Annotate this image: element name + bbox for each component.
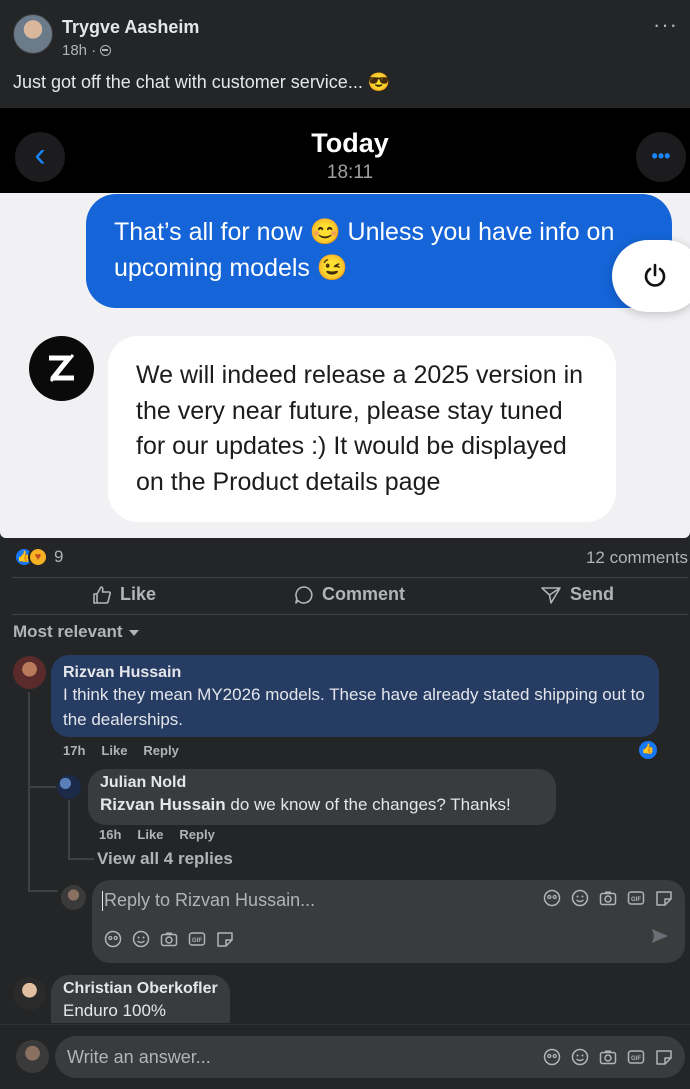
like-button[interactable]: Like — [92, 584, 156, 605]
comment-bubble: Rizvan Hussain I think they mean MY2026 … — [51, 655, 659, 737]
commenter-avatar[interactable] — [13, 656, 46, 689]
comment-bubble-icon — [295, 585, 313, 604]
answer-input[interactable]: Write an answer... — [67, 1047, 211, 1068]
incoming-message: We will indeed release a 2025 version in… — [108, 336, 616, 522]
comment-meta: 17h Like Reply — [63, 743, 179, 758]
divider — [12, 614, 688, 615]
comment-like-link[interactable]: Like — [137, 827, 163, 842]
my-avatar — [16, 1040, 49, 1073]
comment-text: I think they mean MY2026 models. These h… — [63, 685, 645, 729]
post-text: Just got off the chat with customer serv… — [13, 72, 391, 92]
like-label: Like — [120, 584, 157, 604]
divider — [0, 1024, 690, 1025]
post-author[interactable]: Trygve Aasheim — [62, 17, 199, 38]
care-reaction-icon: ♥ — [28, 547, 48, 567]
send-label: Send — [570, 584, 615, 604]
svg-text:GIF: GIF — [631, 897, 641, 903]
caret-down-icon — [128, 629, 139, 636]
gif-icon[interactable]: GIF — [627, 1048, 645, 1066]
divider — [12, 577, 688, 578]
comment-like-link[interactable]: Like — [101, 743, 127, 758]
comment-like-badge-icon: 👍 — [639, 741, 657, 759]
thread-line — [68, 800, 70, 860]
reply-tools-bottom: GIF — [104, 930, 234, 948]
svg-text:GIF: GIF — [192, 938, 202, 944]
reaction-count: 9 — [54, 547, 64, 566]
commenter-name[interactable]: Rizvan Hussain — [63, 664, 647, 682]
comment-reply-link[interactable]: Reply — [143, 743, 178, 758]
view-replies-link[interactable]: View all 4 replies — [97, 849, 233, 869]
post-image[interactable]: ‹ Today 18:11 ••• That’s all for now 😊 U… — [0, 108, 690, 538]
commenter-avatar[interactable] — [13, 977, 46, 1010]
comment-count[interactable]: 12 comments — [586, 548, 688, 568]
svg-text:GIF: GIF — [631, 1056, 641, 1062]
thread-line — [28, 890, 58, 892]
post-meta: 18h · — [62, 42, 112, 59]
camera-icon[interactable] — [160, 930, 178, 948]
comment-reply-link[interactable]: Reply — [179, 827, 214, 842]
comment-label: Comment — [322, 584, 406, 604]
commenter-avatar[interactable] — [57, 775, 81, 799]
reactions-summary[interactable]: 👍 ♥ 9 — [14, 547, 63, 567]
action-bar: Like Comment Send — [0, 584, 690, 614]
outgoing-message: That’s all for now 😊 Unless you have inf… — [86, 194, 672, 308]
reply-placeholder: Reply to Rizvan Hussain... — [104, 890, 316, 910]
author-avatar[interactable] — [13, 14, 53, 54]
sticker-icon[interactable] — [655, 1048, 673, 1066]
commenter-name[interactable]: Julian Nold — [100, 774, 544, 792]
send-arrow-icon[interactable] — [651, 928, 669, 949]
emoji-icon[interactable] — [571, 889, 589, 907]
avatar-sticker-icon[interactable] — [543, 1048, 561, 1066]
avatar-sticker-icon[interactable] — [543, 889, 561, 907]
chat-header: ‹ Today 18:11 ••• — [0, 108, 690, 193]
gif-icon[interactable]: GIF — [188, 930, 206, 948]
reply-box[interactable]: Reply to Rizvan Hussain... GIF GIF — [92, 880, 685, 963]
chat-time: 18:11 — [326, 162, 374, 183]
send-button[interactable]: Send — [540, 584, 614, 605]
filter-label: Most relevant — [13, 622, 123, 641]
comment-text: Enduro 100% — [63, 1001, 167, 1020]
comment-bubble: Christian Oberkofler Enduro 100% — [51, 975, 230, 1023]
post-time[interactable]: 18h · — [62, 42, 96, 59]
camera-icon[interactable] — [599, 889, 617, 907]
reply-input[interactable]: Reply to Rizvan Hussain... — [102, 890, 316, 912]
comment-time[interactable]: 16h — [99, 827, 121, 842]
camera-icon[interactable] — [599, 1048, 617, 1066]
comment-bubble: Julian Nold Rizvan Hussain do we know of… — [88, 769, 556, 825]
chat-more-icon: ••• — [636, 132, 686, 182]
thumbs-up-icon — [93, 585, 111, 604]
chat-day: Today — [311, 128, 389, 158]
brand-logo — [29, 336, 94, 401]
thread-line — [68, 858, 94, 860]
sticker-icon[interactable] — [216, 930, 234, 948]
emoji-icon[interactable] — [571, 1048, 589, 1066]
comment-time[interactable]: 17h — [63, 743, 85, 758]
more-dots-icon[interactable]: ··· — [653, 14, 678, 36]
comment-meta: 16h Like Reply — [99, 827, 215, 842]
comment-filter[interactable]: Most relevant — [13, 622, 139, 642]
emoji-icon[interactable] — [132, 930, 150, 948]
thread-line — [28, 786, 56, 788]
sticker-icon[interactable] — [655, 889, 673, 907]
answer-tools: GIF — [543, 1048, 673, 1066]
globe-icon — [100, 45, 112, 56]
reply-tools-top: GIF — [543, 889, 673, 907]
thread-line — [28, 692, 30, 892]
commenter-name[interactable]: Christian Oberkofler — [63, 980, 218, 998]
comment-mention[interactable]: Rizvan Hussain — [100, 795, 226, 814]
my-avatar — [61, 885, 86, 910]
avatar-sticker-icon[interactable] — [104, 930, 122, 948]
send-icon — [541, 586, 561, 604]
text-cursor — [102, 891, 103, 912]
answer-box[interactable]: Write an answer... GIF — [55, 1036, 685, 1078]
power-icon — [612, 240, 690, 312]
comment-button[interactable]: Comment — [294, 584, 405, 605]
comment-text: do we know of the changes? Thanks! — [225, 795, 511, 814]
gif-icon[interactable]: GIF — [627, 889, 645, 907]
post-header: Trygve Aasheim 18h · ··· Just got off th… — [0, 0, 690, 108]
